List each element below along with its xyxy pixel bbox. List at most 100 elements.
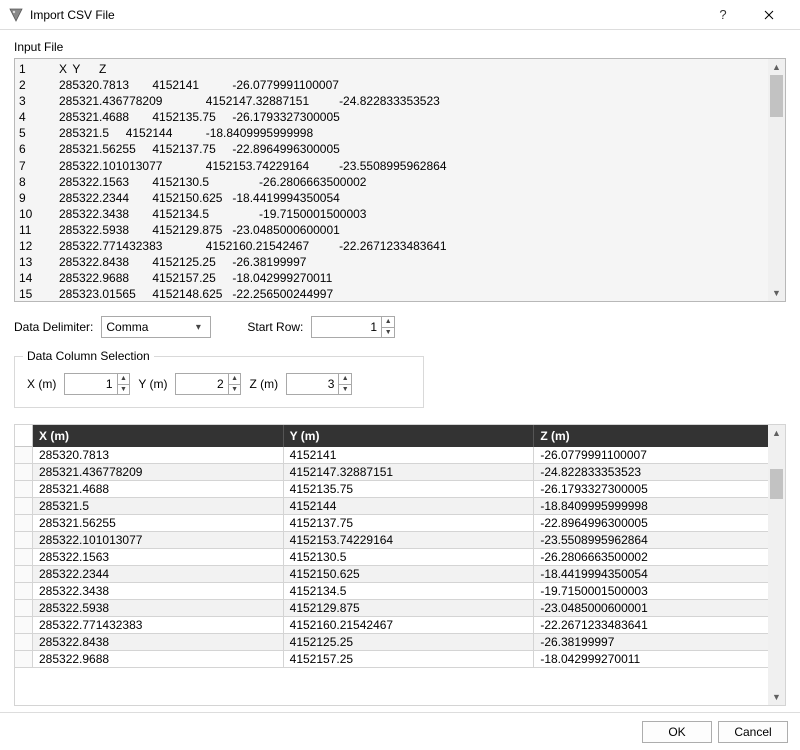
preview-line: 10285322.3438 4152134.5 -19.715000150000… (19, 206, 781, 222)
preview-line: 14285322.9688 4152157.25 -18.04299927001… (19, 270, 781, 286)
start-row-input[interactable] (312, 317, 381, 337)
cell-z: -26.0779991100007 (534, 447, 785, 464)
table-scrollbar[interactable]: ▲ ▼ (768, 425, 785, 705)
col-header-y[interactable]: Y (m) (284, 425, 535, 447)
col-header-z[interactable]: Z (m) (534, 425, 785, 447)
row-header (15, 515, 33, 532)
spin-down-icon[interactable]: ▼ (382, 328, 394, 338)
table-row[interactable]: 285321.54152144-18.8409995999998 (15, 498, 785, 515)
preview-line: 5285321.5 4152144 -18.8409995999998 (19, 125, 781, 141)
table-row[interactable]: 285321.46884152135.75-26.1793327300005 (15, 481, 785, 498)
scroll-up-icon[interactable]: ▲ (768, 59, 785, 75)
table-row[interactable]: 285322.96884152157.25-18.042999270011 (15, 651, 785, 668)
table-row[interactable]: 285322.23444152150.625-18.4419994350054 (15, 566, 785, 583)
table-row[interactable]: 285322.1010130774152153.74229164-23.5508… (15, 532, 785, 549)
cell-y: 4152130.5 (284, 549, 535, 566)
cell-z: -19.7150001500003 (534, 583, 785, 600)
ok-button[interactable]: OK (642, 721, 712, 743)
z-col-input[interactable] (287, 374, 338, 394)
spin-up-icon[interactable]: ▲ (382, 317, 394, 328)
column-selection-legend: Data Column Selection (23, 349, 154, 363)
x-col-spinner[interactable]: ▲▼ (64, 373, 130, 395)
table-row[interactable]: 285322.59384152129.875-23.0485000600001 (15, 600, 785, 617)
row-header (15, 549, 33, 566)
line-number: 15 (19, 286, 59, 302)
cell-y: 4152141 (284, 447, 535, 464)
line-text: 285322.3438 4152134.5 -19.7150001500003 (59, 207, 366, 221)
cell-x: 285322.2344 (33, 566, 284, 583)
line-text: 285322.9688 4152157.25 -18.042999270011 (59, 271, 332, 285)
line-number: 8 (19, 174, 59, 190)
window-title: Import CSV File (30, 8, 115, 22)
x-col-input[interactable] (65, 374, 116, 394)
preview-line: 15285323.01565 4152148.625 -22.256500244… (19, 286, 781, 302)
scroll-down-icon[interactable]: ▼ (768, 285, 785, 301)
cell-x: 285321.4688 (33, 481, 284, 498)
spin-up-icon[interactable]: ▲ (118, 374, 130, 385)
row-header (15, 498, 33, 515)
line-text: 285321.5 4152144 -18.8409995999998 (59, 126, 313, 140)
row-header (15, 600, 33, 617)
row-header (15, 464, 33, 481)
cell-x: 285322.8438 (33, 634, 284, 651)
start-row-spinner[interactable]: ▲▼ (311, 316, 395, 338)
row-header (15, 532, 33, 549)
preview-line: 4285321.4688 4152135.75 -26.179332730000… (19, 109, 781, 125)
z-col-spinner[interactable]: ▲▼ (286, 373, 352, 395)
spin-down-icon[interactable]: ▼ (229, 385, 241, 395)
table-row[interactable]: 285322.34384152134.5-19.7150001500003 (15, 583, 785, 600)
cell-y: 4152137.75 (284, 515, 535, 532)
z-col-label: Z (m) (249, 377, 278, 391)
line-text: 285321.436778209 4152147.32887151 -24.82… (59, 94, 440, 108)
table-row[interactable]: 285320.78134152141-26.0779991100007 (15, 447, 785, 464)
column-selection-group: Data Column Selection X (m) ▲▼ Y (m) ▲▼ … (14, 356, 424, 408)
preview-line: 7285322.101013077 4152153.74229164 -23.5… (19, 158, 781, 174)
cell-y: 4152125.25 (284, 634, 535, 651)
preview-line: 13285322.8438 4152125.25 -26.38199997 (19, 254, 781, 270)
cell-x: 285322.9688 (33, 651, 284, 668)
y-col-label: Y (m) (138, 377, 167, 391)
cell-y: 4152153.74229164 (284, 532, 535, 549)
line-text: 285322.2344 4152150.625 -18.441999435005… (59, 191, 340, 205)
y-col-spinner[interactable]: ▲▼ (175, 373, 241, 395)
table-row[interactable]: 285321.4367782094152147.32887151-24.8228… (15, 464, 785, 481)
line-text: 285322.101013077 4152153.74229164 -23.55… (59, 159, 447, 173)
x-col-label: X (m) (27, 377, 56, 391)
cell-x: 285322.3438 (33, 583, 284, 600)
scroll-up-icon[interactable]: ▲ (768, 425, 785, 441)
line-text: 285322.1563 4152130.5 -26.2806663500002 (59, 175, 366, 189)
spin-down-icon[interactable]: ▼ (339, 385, 351, 395)
spin-down-icon[interactable]: ▼ (118, 385, 130, 395)
cell-z: -24.822833353523 (534, 464, 785, 481)
preview-scrollbar[interactable]: ▲ ▼ (768, 59, 785, 301)
close-button[interactable] (746, 0, 792, 30)
preview-line: 6285321.56255 4152137.75 -22.89649963000… (19, 141, 781, 157)
table-row[interactable]: 285322.7714323834152160.21542467-22.2671… (15, 617, 785, 634)
table-corner (15, 425, 33, 447)
scroll-thumb[interactable] (770, 75, 783, 117)
preview-line: 11285322.5938 4152129.875 -23.0485000600… (19, 222, 781, 238)
cancel-button[interactable]: Cancel (718, 721, 788, 743)
scroll-down-icon[interactable]: ▼ (768, 689, 785, 705)
cell-z: -22.8964996300005 (534, 515, 785, 532)
cell-x: 285322.101013077 (33, 532, 284, 549)
table-row[interactable]: 285322.15634152130.5-26.2806663500002 (15, 549, 785, 566)
spin-up-icon[interactable]: ▲ (339, 374, 351, 385)
scroll-thumb[interactable] (770, 469, 783, 499)
cell-z: -26.38199997 (534, 634, 785, 651)
cell-y: 4152134.5 (284, 583, 535, 600)
delimiter-select[interactable]: Comma ▾ (101, 316, 211, 338)
row-header (15, 583, 33, 600)
cell-y: 4152129.875 (284, 600, 535, 617)
cell-z: -18.042999270011 (534, 651, 785, 668)
app-icon (8, 7, 24, 23)
line-number: 2 (19, 77, 59, 93)
spin-up-icon[interactable]: ▲ (229, 374, 241, 385)
help-button[interactable]: ? (700, 0, 746, 30)
delimiter-value: Comma (106, 320, 148, 334)
col-header-x[interactable]: X (m) (33, 425, 284, 447)
y-col-input[interactable] (176, 374, 227, 394)
line-text: 285321.4688 4152135.75 -26.1793327300005 (59, 110, 340, 124)
table-row[interactable]: 285322.84384152125.25-26.38199997 (15, 634, 785, 651)
table-row[interactable]: 285321.562554152137.75-22.8964996300005 (15, 515, 785, 532)
